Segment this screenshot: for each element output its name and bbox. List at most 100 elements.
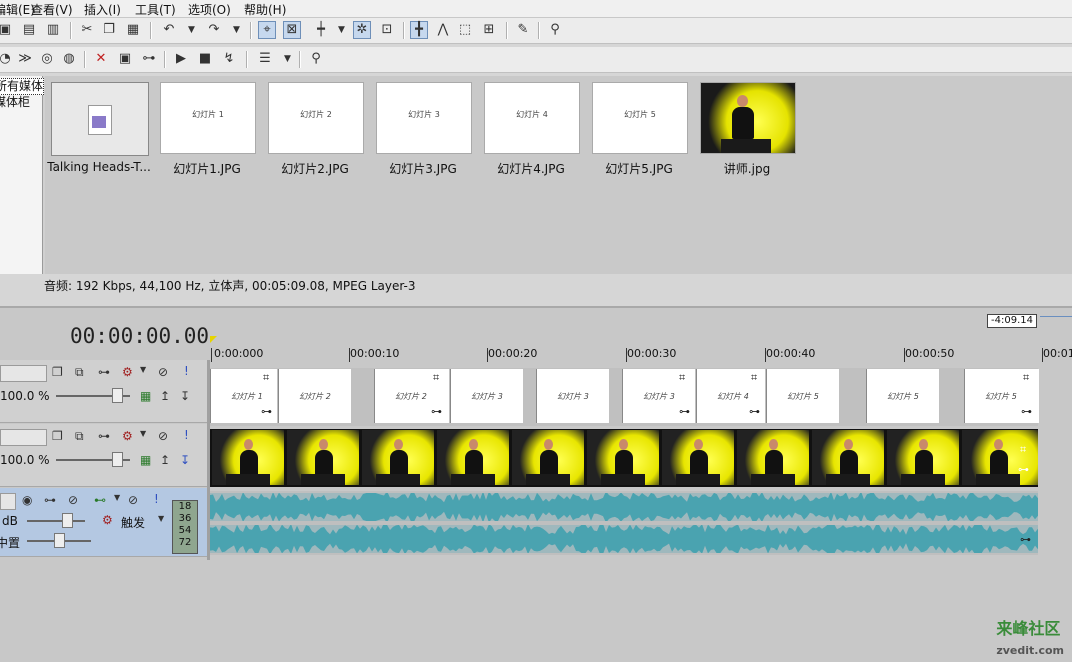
expand-icon[interactable]: ▦ (140, 389, 151, 403)
menu-insert[interactable]: 插入(I) (84, 1, 121, 18)
level-slider-knob[interactable] (112, 388, 123, 403)
motion-icon[interactable]: ⧉ (75, 429, 84, 444)
menu-view[interactable]: 查看(V) (31, 1, 73, 18)
play-icon[interactable]: ▶ (172, 50, 190, 68)
get-media-icon[interactable]: ◎ (38, 50, 56, 68)
clip-fx-icon[interactable]: ⊶ (261, 405, 272, 418)
auto-crossfade-icon[interactable]: ✲ (353, 21, 371, 39)
edit-tool-icon[interactable]: ⌖ (258, 21, 276, 39)
crop-icon[interactable]: ⌗ (751, 371, 757, 385)
crop-icon[interactable]: ⌗ (433, 371, 439, 385)
trigger-dropdown-icon[interactable]: ▼ (158, 514, 164, 523)
clip-fx-icon[interactable]: ⊶ (1020, 533, 1031, 546)
views-icon[interactable]: ☰ (256, 50, 274, 68)
arrow-down-icon[interactable]: ↧ (180, 453, 190, 467)
slide-clip[interactable]: 幻灯片 1 ⌗ ⊶ (210, 369, 277, 423)
mute-icon[interactable]: ⊘ (128, 493, 138, 507)
remove-icon[interactable]: ✕ (92, 50, 110, 68)
tree-item-media-bins[interactable]: 媒体柜 (0, 95, 42, 110)
media-item-audio[interactable] (51, 82, 149, 156)
envelope-edit-icon[interactable]: ⋀ (434, 21, 452, 39)
save-as-icon[interactable]: ▤ (20, 21, 38, 39)
slide-clip[interactable]: 幻灯片 2 (278, 369, 351, 423)
audio-track[interactable]: ⊶ (210, 491, 1038, 555)
clip-fx-icon[interactable]: ⊶ (749, 405, 760, 418)
composite-mode-icon[interactable]: ❐ (52, 429, 63, 443)
properties-icon[interactable]: ▥ (44, 21, 62, 39)
solo-icon[interactable]: ! (184, 428, 189, 442)
solo-icon[interactable]: ! (154, 492, 159, 506)
envelope-tool-icon[interactable]: ⊠ (283, 21, 301, 39)
slide-clip[interactable]: 幻灯片 5 (866, 369, 939, 423)
automation-dropdown-icon[interactable]: ▼ (114, 493, 120, 502)
gear-dropdown-icon[interactable]: ▼ (140, 429, 146, 438)
lock-envelopes-icon[interactable]: ⊡ (378, 21, 396, 39)
arrow-up-icon[interactable]: ↥ (160, 453, 170, 467)
media-item-lecturer-photo[interactable] (700, 82, 796, 154)
clip-fx-icon[interactable]: ⊶ (679, 405, 690, 418)
expand-icon[interactable]: ▦ (140, 453, 151, 467)
slide-clip[interactable]: 幻灯片 5 (766, 369, 839, 423)
pan-slider-knob[interactable] (54, 533, 65, 548)
media-fx-icon[interactable]: ⊶ (140, 50, 158, 68)
menu-help[interactable]: 帮助(H) (244, 1, 286, 18)
volume-slider[interactable] (27, 520, 85, 522)
import-media-icon[interactable]: ◔ (0, 50, 14, 68)
mute-icon[interactable]: ⊘ (158, 365, 168, 379)
mute-icon[interactable]: ⊘ (158, 429, 168, 443)
record-arm-icon[interactable]: ◉ (22, 493, 32, 507)
auto-preview-icon[interactable]: ↯ (220, 50, 238, 68)
save-icon[interactable]: ▣ (0, 21, 14, 39)
time-ruler[interactable]: 0:00:000 00:00:10 00:00:20 00:00:30 00:0… (210, 344, 1072, 364)
undo-icon[interactable]: ↶ (160, 21, 178, 39)
copy-icon[interactable]: ❐ (100, 21, 118, 39)
redo-icon[interactable]: ↷ (205, 21, 223, 39)
track-header-audio[interactable]: ◉ ⊶ ⊘ ⊷ ▼ ⊘ ! dB ⚙ 触发 ▼ 中置 18 36 54 72 (0, 488, 207, 557)
search-icon[interactable]: ⚲ (307, 50, 325, 68)
track-header-video[interactable]: ❐ ⧉ ⊶ ⚙ ▼ ⊘ ! 100.0 % ▦ ↥ ↧ (0, 424, 207, 487)
web-media-icon[interactable]: ◍ (60, 50, 78, 68)
crop-icon[interactable]: ⌗ (1020, 443, 1026, 457)
track-fx-icon[interactable]: ⊶ (98, 365, 110, 379)
selection-icon[interactable]: ⬚ (456, 21, 474, 39)
arrow-up-icon[interactable]: ↥ (160, 389, 170, 403)
settings-gear-icon[interactable]: ⚙ (102, 513, 113, 527)
tree-item-all-media[interactable]: 所有媒体 (0, 78, 45, 95)
clip-fx-icon[interactable]: ⊶ (431, 405, 442, 418)
brush-icon[interactable]: ✎ (514, 21, 532, 39)
arrow-down-icon[interactable]: ↧ (180, 389, 190, 403)
settings-gear-icon[interactable]: ⚙ (122, 365, 133, 379)
snap-icon[interactable]: ╋ (410, 21, 428, 39)
slide-clip[interactable]: 幻灯片 2 ⌗ ⊶ (374, 369, 449, 423)
crop-icon[interactable]: ⌗ (263, 371, 269, 385)
media-item-slide5[interactable]: 幻灯片 5 (592, 82, 688, 154)
crop-icon[interactable]: ⌗ (1023, 371, 1029, 385)
crop-icon[interactable]: ⌗ (679, 371, 685, 385)
slide-clip[interactable]: 幻灯片 5 ⌗ ⊶ (964, 369, 1039, 423)
media-item-slide1[interactable]: 幻灯片 1 (160, 82, 256, 154)
zoom-tool-icon[interactable]: ⊞ (480, 21, 498, 39)
solo-icon[interactable]: ! (184, 364, 189, 378)
automation-icon[interactable]: ⊷ (94, 493, 106, 507)
cut-icon[interactable]: ✂ (78, 21, 96, 39)
paste-icon[interactable]: ▦ (124, 21, 142, 39)
video-track[interactable]: ⌗ ⊶ (210, 429, 1038, 487)
menu-edit[interactable]: 编辑(E) (0, 1, 35, 18)
track-name-field[interactable] (0, 429, 47, 446)
phase-invert-icon[interactable]: ⊘ (68, 493, 78, 507)
redo-dropdown-icon[interactable]: ▼ (233, 21, 240, 39)
clip-fx-icon[interactable]: ⊶ (1021, 405, 1032, 418)
undo-dropdown-icon[interactable]: ▼ (188, 21, 195, 39)
media-item-slide3[interactable]: 幻灯片 3 (376, 82, 472, 154)
playhead-marker[interactable] (210, 336, 217, 343)
capture-icon[interactable]: ≫ (16, 50, 34, 68)
settings-gear-icon[interactable]: ⚙ (122, 429, 133, 443)
motion-icon[interactable]: ⧉ (75, 365, 84, 380)
media-properties-icon[interactable]: ▣ (116, 50, 134, 68)
slide-clip[interactable]: 幻灯片 4 ⌗ ⊶ (696, 369, 765, 423)
slide-clip[interactable]: 幻灯片 3 (450, 369, 523, 423)
slide-clip[interactable]: 幻灯片 3 (536, 369, 609, 423)
track-name-field[interactable] (0, 493, 16, 510)
gear-dropdown-icon[interactable]: ▼ (140, 365, 146, 374)
track-fx-icon[interactable]: ⊶ (98, 429, 110, 443)
